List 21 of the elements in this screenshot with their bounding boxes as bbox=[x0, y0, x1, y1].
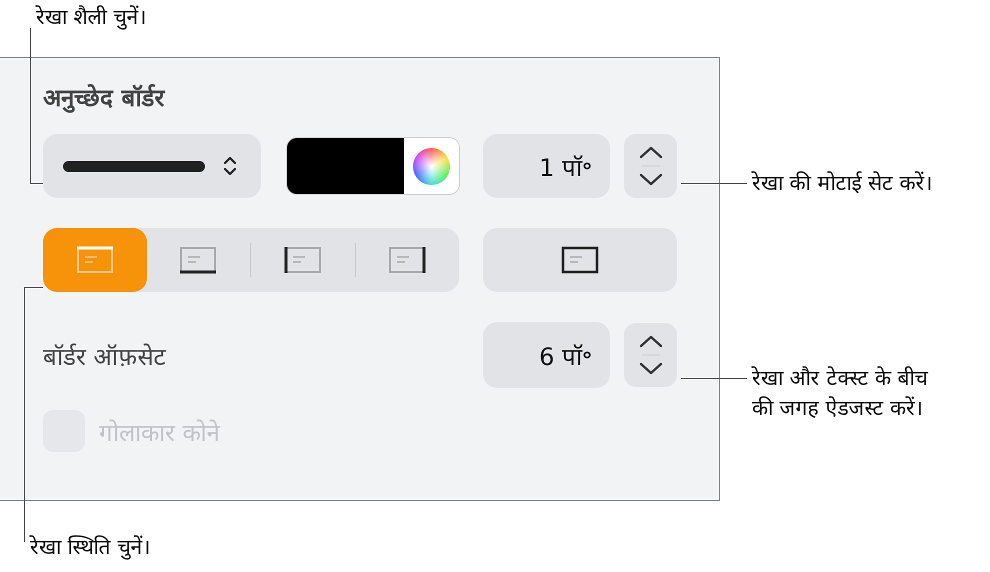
box-border-icon bbox=[560, 244, 600, 276]
border-position-segment[interactable] bbox=[43, 228, 146, 292]
callout-text: रेखा और टेक्स्ट के बीच की जगह ऐडजस्ट करें। bbox=[752, 365, 930, 422]
callout-text: रेखा शैली चुनें। bbox=[36, 4, 146, 32]
section-title: अनुच्छेद बॉर्डर bbox=[43, 83, 166, 115]
width-field[interactable]: 1 पॉ॰ bbox=[483, 134, 610, 198]
border-side-icon bbox=[178, 244, 218, 276]
border-side-icon bbox=[387, 244, 428, 276]
offset-label: बॉर्डर ऑफ़सेट bbox=[43, 342, 166, 372]
border-side-icon bbox=[282, 244, 323, 276]
color-well[interactable] bbox=[287, 138, 459, 194]
border-side-icon bbox=[74, 244, 115, 276]
callout-text: रेखा की मोटाई सेट करें। bbox=[752, 170, 933, 197]
all-borders-button[interactable] bbox=[483, 228, 677, 292]
callout-text: रेखा स्थिति चुनें। bbox=[30, 534, 150, 562]
color-wheel-icon bbox=[413, 148, 450, 184]
line-style-popup[interactable] bbox=[43, 134, 262, 198]
stepper[interactable] bbox=[624, 134, 677, 198]
stepper[interactable] bbox=[624, 323, 677, 387]
offset-field[interactable]: 6 पॉ॰ bbox=[483, 322, 610, 388]
updown-chevron-icon bbox=[223, 155, 237, 177]
